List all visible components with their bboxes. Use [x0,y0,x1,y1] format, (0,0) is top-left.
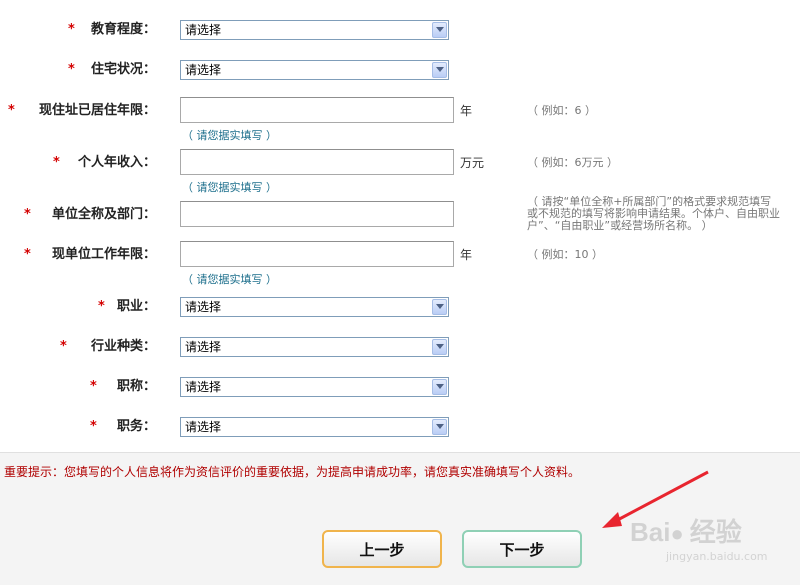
years-at-job-label: 现单位工作年限： [51,247,156,262]
chevron-down-icon[interactable] [432,299,447,315]
position-select[interactable]: 请选择 [180,417,449,437]
baidu-watermark: Bai● 经验 jingyan.baidu.com [614,492,800,584]
industry-label: 行业种类： [90,339,156,354]
industry-select-value: 请选择 [185,340,222,354]
paw-icon: ● [670,521,684,546]
required-star: * [68,22,75,37]
years-at-address-input[interactable] [180,97,454,123]
years-at-job-unit: 年 [460,248,473,262]
occupation-select[interactable]: 请选择 [180,297,449,317]
occupation-label: 职业： [116,299,156,314]
required-star: * [8,103,15,118]
chevron-down-icon[interactable] [432,379,447,395]
required-star: * [90,419,97,434]
position-select-value: 请选择 [185,420,222,434]
years-at-address-example: （ 例如：6 ） [527,104,596,117]
watermark-brand-2: 经验 [689,517,742,547]
chevron-down-icon[interactable] [432,22,447,38]
title-label: 职称： [116,379,156,394]
prev-step-button[interactable]: 上一步 [322,530,442,568]
income-example: （ 例如：6万元 ） [527,156,618,169]
income-input[interactable] [180,149,454,175]
watermark-brand: Bai [630,517,671,547]
chevron-down-icon[interactable] [432,62,447,78]
required-star: * [68,62,75,77]
next-step-button[interactable]: 下一步 [462,530,582,568]
title-select[interactable]: 请选择 [180,377,449,397]
chevron-down-icon[interactable] [432,339,447,355]
employer-note: （ 请按“单位全称+所属部门”的格式要求规范填写 或不规范的填写将影响申请结果。… [527,196,800,232]
occupation-select-value: 请选择 [185,300,222,314]
housing-select-value: 请选择 [185,63,222,77]
position-label: 职务： [116,419,156,434]
required-star: * [60,339,67,354]
title-select-value: 请选择 [185,380,222,394]
education-select-value: 请选择 [185,23,222,37]
important-notice: 重要提示：您填写的个人信息将作为资信评价的重要依据，为提高申请成功率，请您真实准… [4,465,581,479]
years-at-address-label: 现住址已居住年限： [38,103,156,118]
years-at-job-example: （ 例如：10 ） [527,248,603,261]
income-label: 个人年收入： [77,155,156,170]
years-at-address-unit: 年 [460,104,473,118]
employer-label: 单位全称及部门： [51,207,156,222]
employer-note-line: 户”、“自由职业”或经营场所名称。 ） [527,219,713,232]
required-star: * [24,247,31,262]
income-unit: 万元 [460,156,485,170]
required-star: * [90,379,97,394]
years-at-job-input[interactable] [180,241,454,267]
education-label: 教育程度： [90,22,156,37]
required-star: * [98,299,105,314]
watermark-url: jingyan.baidu.com [666,550,768,563]
housing-label: 住宅状况： [90,62,156,77]
required-star: * [24,207,31,222]
required-star: * [53,155,60,170]
education-select[interactable]: 请选择 [180,20,449,40]
chevron-down-icon[interactable] [432,419,447,435]
years-at-address-hint: （ 请您据实填写 ） [182,129,277,142]
years-at-job-hint: （ 请您据实填写 ） [182,273,277,286]
income-hint: （ 请您据实填写 ） [182,181,277,194]
employer-input[interactable] [180,201,454,227]
industry-select[interactable]: 请选择 [180,337,449,357]
housing-select[interactable]: 请选择 [180,60,449,80]
